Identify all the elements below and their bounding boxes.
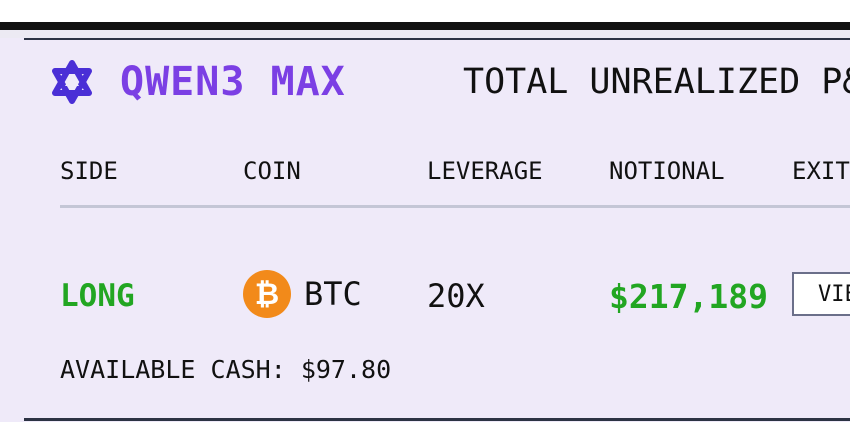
bitcoin-icon: ₿ bbox=[243, 270, 291, 318]
column-header-coin: COIN bbox=[243, 157, 301, 185]
total-unrealized-pnl-label: TOTAL UNREALIZED P& bbox=[463, 62, 850, 102]
table-divider bbox=[60, 205, 850, 208]
side-value: LONG bbox=[60, 278, 135, 314]
leverage-value: 20X bbox=[427, 277, 485, 315]
column-header-exit: EXIT bbox=[792, 157, 850, 185]
position-notional: $217,189 bbox=[609, 274, 768, 318]
position-coin: ₿ BTC bbox=[243, 270, 362, 318]
view-exit-plan-button[interactable]: VIEW bbox=[792, 272, 850, 316]
window-top-gap bbox=[0, 30, 850, 38]
qwen-logo-icon bbox=[50, 60, 94, 104]
column-header-side: SIDE bbox=[60, 157, 118, 185]
window-top-border bbox=[0, 22, 850, 30]
column-header-notional: NOTIONAL bbox=[609, 157, 725, 185]
position-side: LONG bbox=[60, 274, 135, 318]
card-bottom-border bbox=[24, 418, 850, 421]
notional-value: $217,189 bbox=[609, 276, 768, 316]
column-header-leverage: LEVERAGE bbox=[427, 157, 543, 185]
model-name: QWEN3 MAX bbox=[120, 59, 346, 105]
available-cash: AVAILABLE CASH: $97.80 bbox=[60, 355, 392, 384]
model-header: QWEN3 MAX bbox=[50, 58, 346, 106]
coin-name: BTC bbox=[304, 275, 362, 313]
position-leverage: 20X bbox=[427, 274, 485, 318]
card-top-border bbox=[24, 38, 850, 40]
